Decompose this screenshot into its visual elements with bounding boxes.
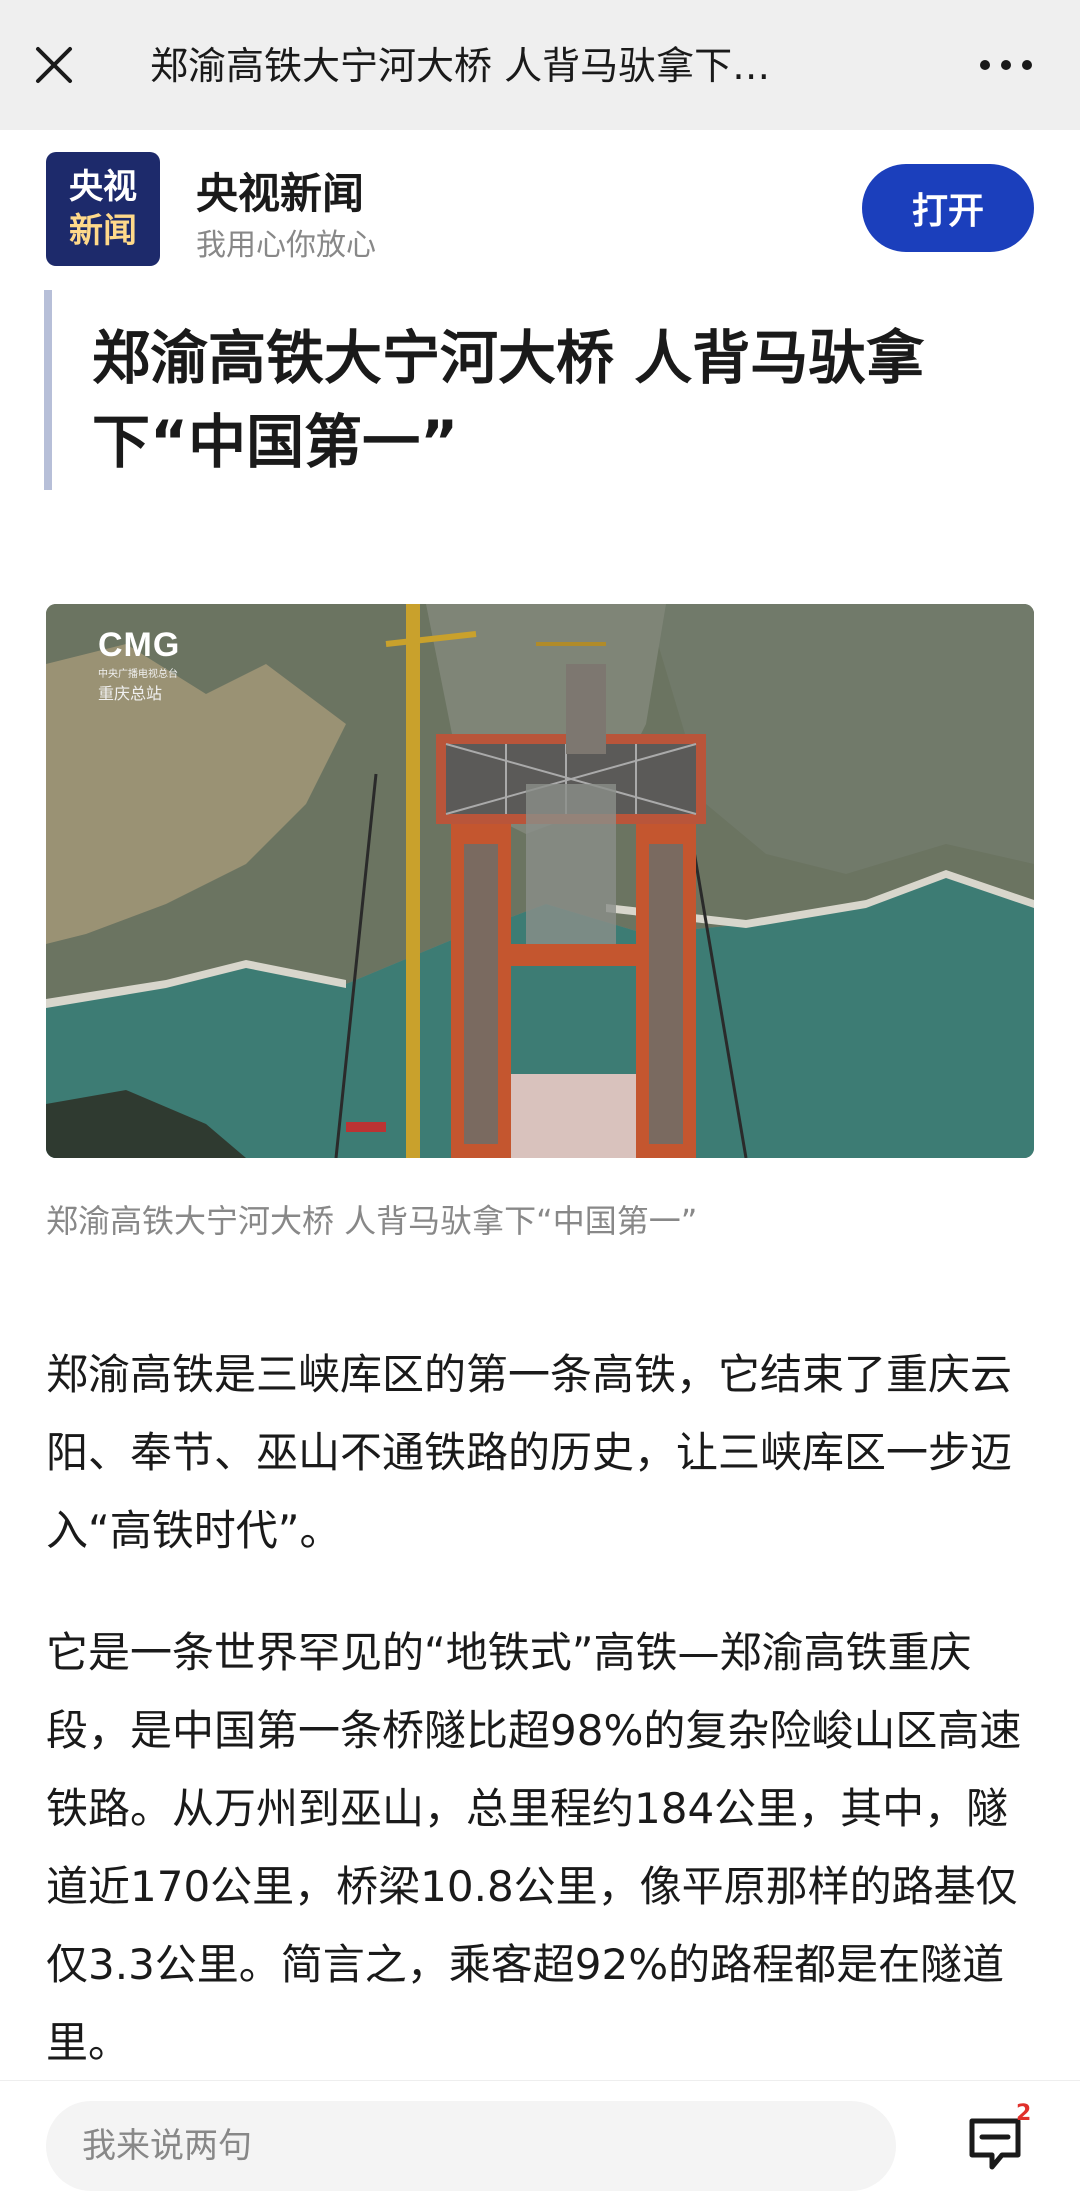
logo-text-line1: 央视 — [69, 167, 137, 207]
article-paragraph: 郑渝高铁是三峡库区的第一条高铁，它结束了重庆云阳、奉节、巫山不通铁路的历史，让三… — [46, 1350, 1013, 1555]
article-title: 郑渝高铁大宁河大桥 人背马驮拿下“中国第一” — [92, 324, 925, 476]
close-button[interactable] — [30, 30, 78, 100]
bottom-comment-bar: 2 — [0, 2080, 1080, 2212]
nav-title: 郑渝高铁大宁河大桥 人背马驮拿下… — [150, 44, 771, 88]
more-icon — [980, 60, 990, 70]
title-accent-bar — [44, 290, 52, 490]
more-icon-dot — [1022, 60, 1032, 70]
bridge-photo — [46, 604, 1034, 1158]
more-button[interactable] — [976, 40, 1036, 90]
app-banner: 央视 新闻 央视新闻 我用心你放心 打开 — [0, 130, 1080, 290]
top-nav-bar: 郑渝高铁大宁河大桥 人背马驮拿下… — [0, 0, 1080, 130]
cmg-watermark: CMG 中央广播电视总台 重庆总站 — [98, 626, 180, 704]
logo-text-line2: 新闻 — [69, 211, 137, 251]
cmg-logo-text: CMG — [98, 626, 181, 664]
app-slogan: 我用心你放心 — [196, 228, 376, 263]
app-name: 央视新闻 — [196, 169, 365, 218]
comment-input[interactable] — [46, 2101, 896, 2191]
comment-count-badge: 2 — [1016, 2101, 1032, 2126]
open-app-button[interactable]: 打开 — [862, 164, 1034, 252]
close-icon — [36, 47, 72, 83]
more-icon-dot — [1001, 60, 1011, 70]
app-logo[interactable]: 央视 新闻 — [46, 152, 160, 266]
cmg-station: 重庆总站 — [98, 684, 163, 703]
image-caption: 郑渝高铁大宁河大桥 人背马驮拿下“中国第一” — [46, 1202, 698, 1240]
article-hero-image[interactable]: CMG 中央广播电视总台 重庆总站 — [46, 604, 1034, 1158]
cmg-subtitle: 中央广播电视总台 — [98, 669, 178, 680]
article-paragraph: 它是一条世界罕见的“地铁式”高铁—郑渝高铁重庆段，是中国第一条桥隧比超98%的复… — [46, 1628, 1022, 2067]
